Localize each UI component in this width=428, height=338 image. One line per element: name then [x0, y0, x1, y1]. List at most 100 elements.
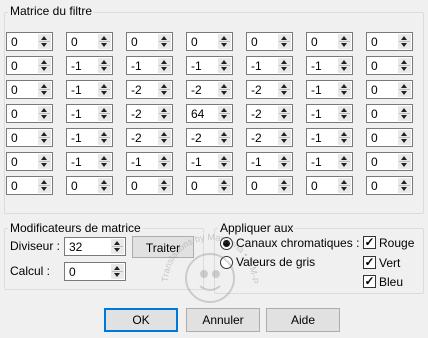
chromatic-radio[interactable]: [220, 237, 233, 250]
red-label[interactable]: Rouge: [379, 236, 414, 250]
spin-arrows-icon[interactable]: [398, 154, 411, 169]
spin-arrows-icon[interactable]: [398, 34, 411, 49]
spin-arrows-icon[interactable]: [158, 82, 171, 97]
red-checkbox[interactable]: ✓: [363, 236, 376, 249]
spin-arrows-icon[interactable]: [338, 178, 351, 193]
divisor-spin-icon[interactable]: [111, 239, 124, 254]
matrix-cell-r6-c5[interactable]: -1: [246, 152, 293, 171]
matrix-cell-r2-c6[interactable]: -1: [306, 56, 353, 75]
matrix-cell-r1-c3[interactable]: 0: [126, 32, 173, 51]
matrix-cell-r1-c6[interactable]: 0: [306, 32, 353, 51]
matrix-cell-r2-c3[interactable]: -1: [126, 56, 173, 75]
spin-arrows-icon[interactable]: [218, 34, 231, 49]
blue-checkbox[interactable]: ✓: [363, 275, 376, 288]
spin-arrows-icon[interactable]: [98, 34, 111, 49]
matrix-cell-r7-c5[interactable]: 0: [246, 176, 293, 195]
gray-radio[interactable]: [220, 256, 233, 269]
calc-spin-icon[interactable]: [111, 264, 124, 279]
matrix-cell-r4-c2[interactable]: -1: [66, 104, 113, 123]
spin-arrows-icon[interactable]: [218, 58, 231, 73]
spin-arrows-icon[interactable]: [38, 130, 51, 145]
spin-arrows-icon[interactable]: [98, 58, 111, 73]
spin-arrows-icon[interactable]: [38, 178, 51, 193]
spin-arrows-icon[interactable]: [98, 154, 111, 169]
process-button[interactable]: Traiter: [132, 236, 194, 258]
spin-arrows-icon[interactable]: [398, 58, 411, 73]
matrix-cell-r6-c2[interactable]: -1: [66, 152, 113, 171]
spin-arrows-icon[interactable]: [338, 154, 351, 169]
matrix-cell-r5-c5[interactable]: -2: [246, 128, 293, 147]
matrix-cell-r7-c2[interactable]: 0: [66, 176, 113, 195]
spin-arrows-icon[interactable]: [398, 178, 411, 193]
matrix-cell-r3-c7[interactable]: 0: [366, 80, 413, 99]
spin-arrows-icon[interactable]: [98, 130, 111, 145]
matrix-cell-r4-c3[interactable]: -2: [126, 104, 173, 123]
matrix-cell-r5-c4[interactable]: -2: [186, 128, 233, 147]
spin-arrows-icon[interactable]: [158, 34, 171, 49]
spin-arrows-icon[interactable]: [398, 82, 411, 97]
spin-arrows-icon[interactable]: [218, 82, 231, 97]
matrix-cell-r5-c1[interactable]: 0: [6, 128, 53, 147]
spin-arrows-icon[interactable]: [158, 130, 171, 145]
matrix-cell-r6-c1[interactable]: 0: [6, 152, 53, 171]
help-button[interactable]: Aide: [266, 308, 340, 332]
spin-arrows-icon[interactable]: [98, 106, 111, 121]
spin-arrows-icon[interactable]: [218, 130, 231, 145]
matrix-cell-r7-c1[interactable]: 0: [6, 176, 53, 195]
matrix-cell-r5-c6[interactable]: -1: [306, 128, 353, 147]
matrix-cell-r4-c6[interactable]: -1: [306, 104, 353, 123]
matrix-cell-r3-c5[interactable]: -2: [246, 80, 293, 99]
matrix-cell-r1-c2[interactable]: 0: [66, 32, 113, 51]
spin-arrows-icon[interactable]: [398, 130, 411, 145]
matrix-cell-r3-c6[interactable]: -1: [306, 80, 353, 99]
divisor-stepper[interactable]: 32: [64, 237, 126, 256]
spin-arrows-icon[interactable]: [98, 82, 111, 97]
green-label[interactable]: Vert: [379, 256, 400, 270]
spin-arrows-icon[interactable]: [218, 106, 231, 121]
spin-arrows-icon[interactable]: [218, 154, 231, 169]
spin-arrows-icon[interactable]: [38, 34, 51, 49]
blue-label[interactable]: Bleu: [379, 275, 403, 289]
spin-arrows-icon[interactable]: [338, 58, 351, 73]
spin-arrows-icon[interactable]: [278, 34, 291, 49]
spin-arrows-icon[interactable]: [338, 34, 351, 49]
matrix-cell-r7-c6[interactable]: 0: [306, 176, 353, 195]
spin-arrows-icon[interactable]: [338, 82, 351, 97]
matrix-cell-r6-c3[interactable]: -1: [126, 152, 173, 171]
spin-arrows-icon[interactable]: [278, 154, 291, 169]
matrix-cell-r5-c3[interactable]: -2: [126, 128, 173, 147]
spin-arrows-icon[interactable]: [278, 58, 291, 73]
chromatic-label[interactable]: Canaux chromatiques :: [236, 236, 359, 250]
matrix-cell-r2-c7[interactable]: 0: [366, 56, 413, 75]
matrix-cell-r6-c7[interactable]: 0: [366, 152, 413, 171]
matrix-cell-r3-c3[interactable]: -2: [126, 80, 173, 99]
matrix-cell-r1-c4[interactable]: 0: [186, 32, 233, 51]
matrix-cell-r3-c1[interactable]: 0: [6, 80, 53, 99]
spin-arrows-icon[interactable]: [38, 82, 51, 97]
matrix-cell-r6-c6[interactable]: -1: [306, 152, 353, 171]
spin-arrows-icon[interactable]: [278, 178, 291, 193]
spin-arrows-icon[interactable]: [398, 106, 411, 121]
gray-label[interactable]: Valeurs de gris: [236, 255, 315, 269]
spin-arrows-icon[interactable]: [98, 178, 111, 193]
matrix-cell-r2-c1[interactable]: 0: [6, 56, 53, 75]
matrix-cell-r4-c1[interactable]: 0: [6, 104, 53, 123]
matrix-cell-r5-c7[interactable]: 0: [366, 128, 413, 147]
matrix-cell-r2-c5[interactable]: -1: [246, 56, 293, 75]
spin-arrows-icon[interactable]: [158, 178, 171, 193]
matrix-cell-r4-c7[interactable]: 0: [366, 104, 413, 123]
matrix-cell-r3-c2[interactable]: -1: [66, 80, 113, 99]
spin-arrows-icon[interactable]: [278, 82, 291, 97]
matrix-cell-r7-c4[interactable]: 0: [186, 176, 233, 195]
matrix-cell-r7-c3[interactable]: 0: [126, 176, 173, 195]
calc-stepper[interactable]: 0: [64, 262, 126, 281]
matrix-cell-r4-c5[interactable]: -2: [246, 104, 293, 123]
spin-arrows-icon[interactable]: [38, 154, 51, 169]
green-checkbox[interactable]: ✓: [363, 256, 376, 269]
matrix-cell-r1-c1[interactable]: 0: [6, 32, 53, 51]
matrix-cell-r3-c4[interactable]: -2: [186, 80, 233, 99]
matrix-cell-r1-c5[interactable]: 0: [246, 32, 293, 51]
matrix-cell-r7-c7[interactable]: 0: [366, 176, 413, 195]
ok-button[interactable]: OK: [104, 308, 178, 332]
matrix-cell-r2-c4[interactable]: -1: [186, 56, 233, 75]
